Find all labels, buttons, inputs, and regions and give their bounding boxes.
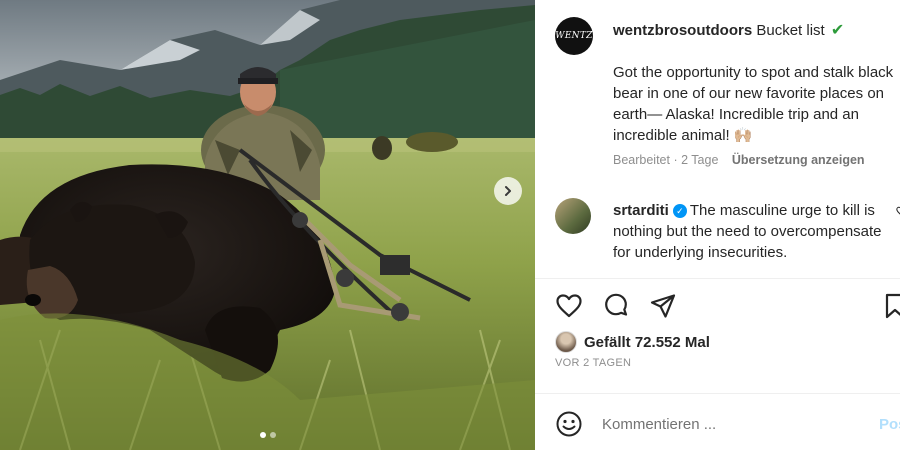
post-comment-button[interactable]: Posten (879, 416, 900, 433)
caption-header: wentzbrosoutdoors Bucket list ✔ (613, 20, 844, 40)
chevron-right-icon (505, 186, 511, 196)
carousel-dot (269, 432, 276, 438)
post-timestamp[interactable]: VOR 2 TAGEN (555, 357, 631, 369)
comment-item: srtarditi ✓ The masculine urge to kill is … (555, 198, 900, 276)
show-translation-link[interactable]: Übersetzung anzeigen (732, 153, 865, 167)
avatar-logo-text: WENTZ (555, 31, 593, 41)
paper-plane-icon[interactable] (649, 292, 677, 320)
caption-headline: Bucket list (756, 22, 825, 39)
comment-like-icon[interactable] (896, 206, 900, 216)
post-side-panel: WENTZ wentzbrosoutdoors Bucket list ✔ Go… (535, 0, 900, 450)
caption-body: Got the opportunity to spot and stalk bl… (613, 64, 894, 144)
avatar[interactable]: WENTZ (555, 17, 593, 55)
caption-meta: Bearbeitet · 2 Tage Übersetzung anzeigen (613, 153, 865, 167)
comment-composer: Posten (555, 408, 900, 440)
divider (535, 278, 900, 279)
carousel-indicator (0, 432, 535, 438)
likes-row[interactable]: Gefällt 72.552 Mal (555, 330, 710, 354)
comment-body: srtarditi ✓ The masculine urge to kill is … (613, 200, 883, 263)
liker-avatar (555, 331, 577, 353)
carousel-next-button[interactable] (494, 177, 522, 205)
post-image (0, 0, 535, 450)
comment-input[interactable] (602, 412, 842, 436)
action-bar (555, 292, 900, 322)
heart-icon[interactable] (555, 292, 583, 320)
smiley-icon[interactable] (555, 410, 583, 438)
verified-badge-icon: ✓ (672, 204, 687, 218)
comment-bubble-icon[interactable] (602, 292, 630, 320)
caption-username[interactable]: wentzbrosoutdoors (613, 22, 752, 39)
post-photo[interactable] (0, 0, 535, 450)
divider (535, 393, 900, 394)
check-mark-icon: ✔ (830, 22, 845, 39)
edited-label: Bearbeitet · 2 Tage (613, 153, 719, 167)
carousel-dot (259, 432, 266, 438)
commenter-avatar[interactable] (555, 198, 591, 234)
bookmark-icon[interactable] (881, 292, 900, 320)
likes-count[interactable]: Gefällt 72.552 Mal (584, 334, 710, 351)
comment-username[interactable]: srtarditi (613, 202, 669, 219)
